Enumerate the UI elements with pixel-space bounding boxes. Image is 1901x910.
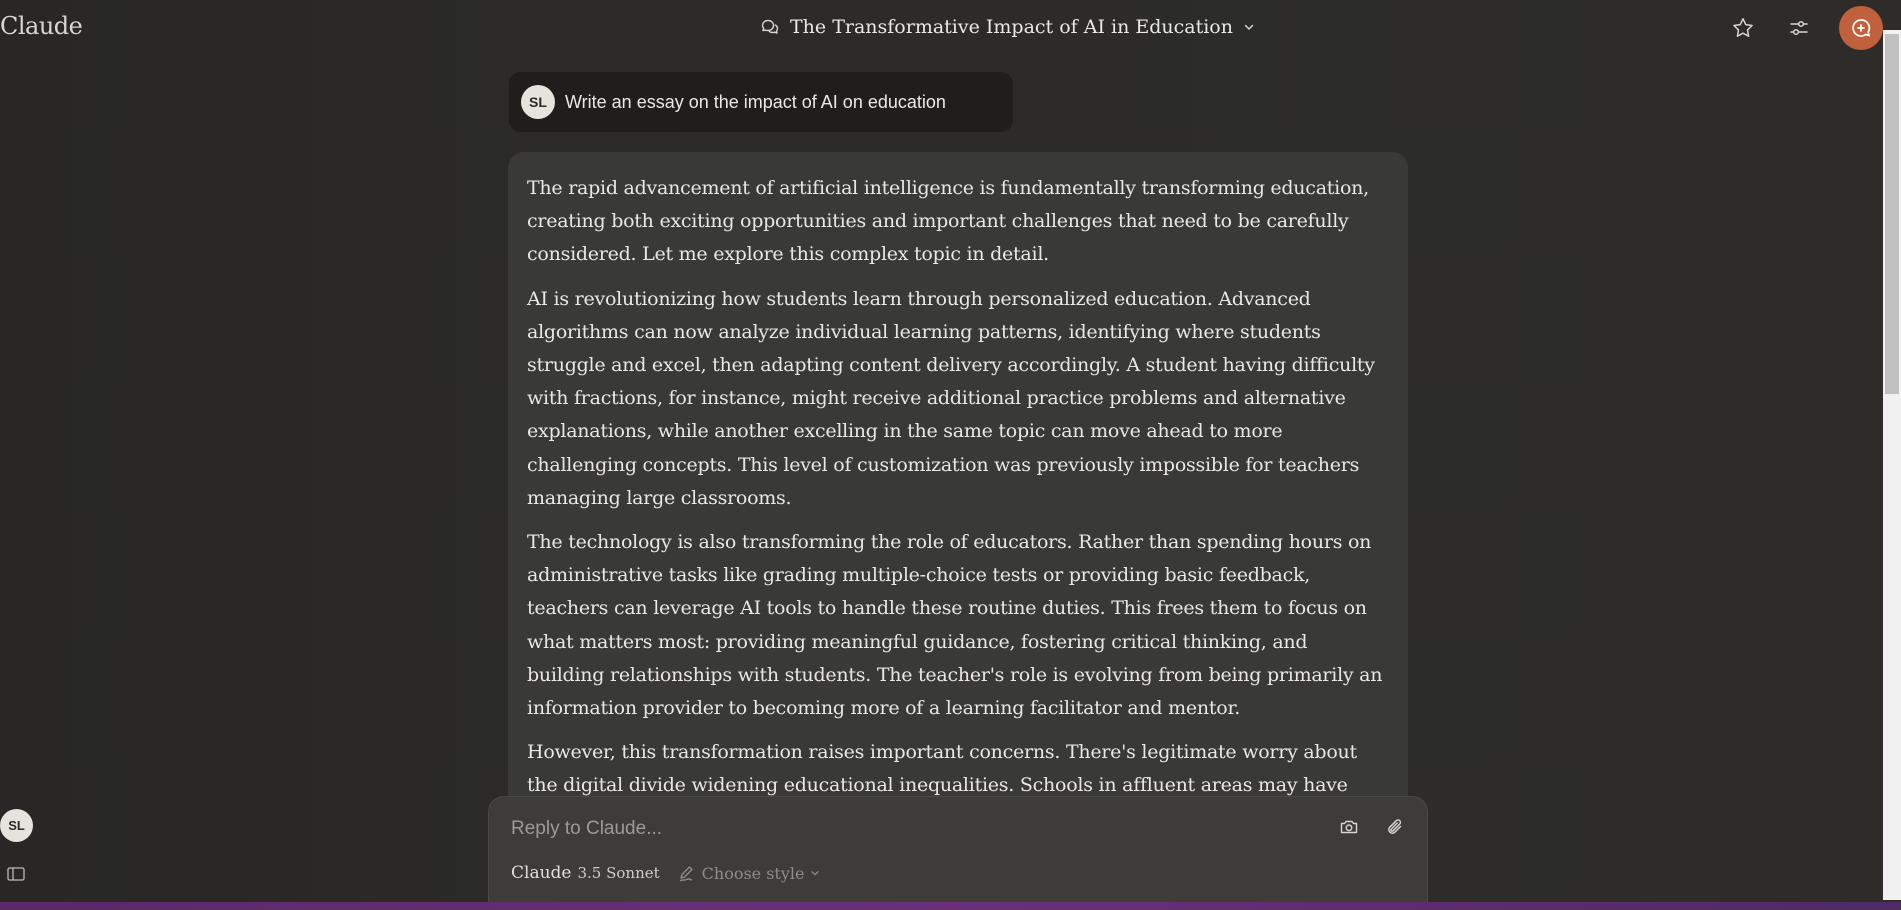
user-message: SL Write an essay on the impact of AI on…	[509, 72, 1013, 132]
conversation-title: The Transformative Impact of AI in Educa…	[790, 16, 1233, 38]
paperclip-icon	[1385, 817, 1405, 837]
assistant-paragraph: The technology is also transforming the …	[527, 531, 1383, 720]
assistant-paragraph: However, this transformation raises impo…	[527, 741, 1357, 797]
sliders-icon	[1788, 17, 1810, 39]
user-avatar: SL	[521, 85, 555, 119]
camera-icon	[1339, 817, 1359, 837]
page-scrollbar[interactable]	[1883, 30, 1901, 900]
chevron-down-icon	[810, 868, 820, 878]
assistant-paragraph: The rapid advancement of artificial inte…	[527, 177, 1369, 266]
style-label: Choose style	[701, 863, 805, 883]
model-selector[interactable]: Claude 3.5 Sonnet	[511, 863, 660, 883]
chat-bubbles-icon	[760, 17, 780, 37]
claude-logo[interactable]: Claude	[0, 12, 83, 40]
star-button[interactable]	[1727, 12, 1759, 44]
sidebar-toggle-icon	[7, 866, 25, 882]
model-brand: Claude	[511, 863, 572, 883]
star-icon	[1731, 16, 1755, 40]
header-actions	[1727, 6, 1883, 50]
scrollbar-thumb[interactable]	[1885, 34, 1899, 394]
reply-composer: Claude 3.5 Sonnet Choose style	[488, 796, 1428, 910]
pen-icon	[678, 864, 696, 882]
settings-button[interactable]	[1783, 12, 1815, 44]
model-name: 3.5 Sonnet	[577, 864, 660, 882]
taskbar-strip	[0, 902, 1901, 910]
account-avatar[interactable]: SL	[0, 809, 33, 842]
conversation-title-menu[interactable]: The Transformative Impact of AI in Educa…	[760, 12, 1255, 42]
app-window: Claude The Transformative Impact of AI i…	[0, 0, 1901, 910]
new-chat-icon	[1850, 17, 1872, 39]
new-chat-button[interactable]	[1839, 6, 1883, 50]
camera-button[interactable]	[1337, 815, 1361, 839]
chevron-down-icon	[1243, 21, 1255, 33]
user-message-text: Write an essay on the impact of AI on ed…	[565, 91, 946, 112]
sidebar-toggle-button[interactable]	[7, 866, 25, 882]
reply-input[interactable]	[509, 817, 1313, 841]
composer-tools	[1337, 815, 1407, 839]
composer-footer: Claude 3.5 Sonnet Choose style	[511, 863, 820, 883]
style-selector[interactable]: Choose style	[678, 864, 821, 883]
assistant-paragraph: AI is revolutionizing how students learn…	[527, 287, 1375, 509]
attach-button[interactable]	[1383, 815, 1407, 839]
